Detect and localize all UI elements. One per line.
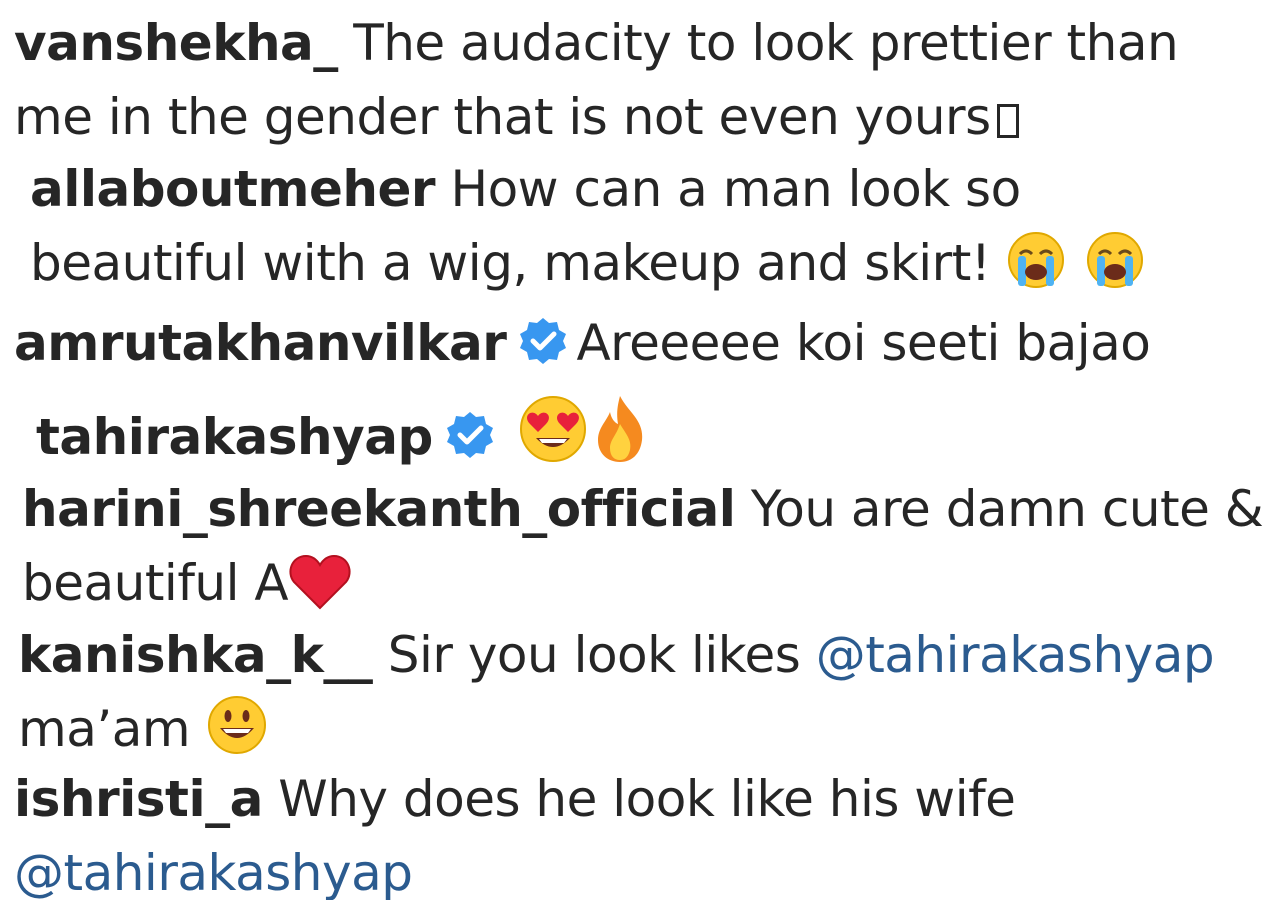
loudly-crying-face-icon xyxy=(1085,230,1145,310)
comment-mention-link[interactable]: @tahirakashyap xyxy=(816,626,1215,684)
comment-username[interactable]: harini_shreekanth_official xyxy=(22,480,736,538)
comment-username[interactable]: ishristi_a xyxy=(14,770,263,828)
comment-mention-link[interactable]: @tahirakashyap xyxy=(14,844,413,900)
comment-item: harini_shreekanth_official You are damn … xyxy=(22,472,1272,630)
comment-item: vanshekha_ The audacity to look prettier… xyxy=(14,6,1264,154)
comment-item: tahirakashyap xyxy=(36,394,1236,484)
verified-badge-icon xyxy=(445,406,495,480)
comment-item: ishristi_a Why does he look like his wif… xyxy=(14,762,1264,900)
comment-item: kanishka_k__ Sir you look likes @tahirak… xyxy=(18,618,1268,776)
comment-username[interactable]: allaboutmeher xyxy=(30,160,436,218)
verified-badge-icon xyxy=(518,312,568,386)
comment-username[interactable]: vanshekha_ xyxy=(14,14,338,72)
comment-username[interactable]: kanishka_k__ xyxy=(18,626,373,684)
comment-text: Areeeee koi seeti bajao xyxy=(576,314,1151,372)
comment-item: amrutakhanvilkar Areeeee koi seeti bajao xyxy=(14,306,1264,386)
comment-username[interactable]: amrutakhanvilkar xyxy=(14,314,507,372)
comment-text-after: ma’am xyxy=(18,700,191,758)
heart-eyes-face-icon xyxy=(518,394,588,484)
loudly-crying-face-icon xyxy=(1006,230,1066,310)
comment-item: allaboutmeher How can a man look so beau… xyxy=(30,152,1230,310)
comment-text: Why does he look like his wife xyxy=(278,770,1016,828)
missing-glyph-icon xyxy=(996,104,1019,138)
fire-icon xyxy=(592,394,648,484)
comment-text: Sir you look likes xyxy=(387,626,801,684)
comment-username[interactable]: tahirakashyap xyxy=(36,408,433,466)
